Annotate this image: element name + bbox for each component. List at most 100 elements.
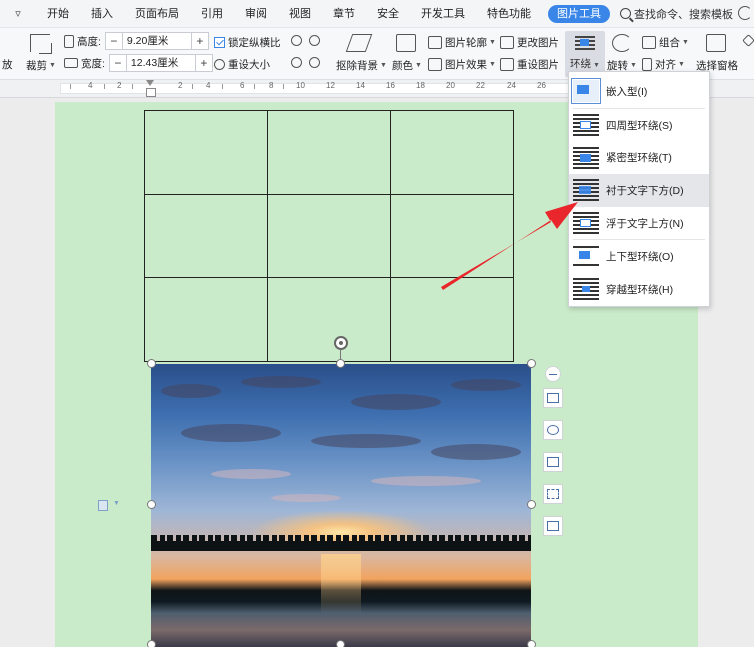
width-row: 宽度: − 12.43厘米 +	[64, 54, 213, 72]
rotate-handle-icon[interactable]	[334, 336, 348, 350]
table-cell[interactable]	[144, 277, 268, 362]
zoom-picture-button[interactable]	[543, 420, 563, 440]
reset-size-button[interactable]: 重设大小	[214, 57, 270, 72]
chevron-down-icon: ▼	[630, 62, 637, 69]
chevron-down-icon[interactable]: ▼	[113, 500, 120, 507]
reset-picture-button[interactable]: 重设图片	[500, 57, 559, 72]
quick-access-caret-icon[interactable]: ▿	[0, 7, 36, 20]
table-cell[interactable]	[390, 193, 514, 279]
change-picture-button[interactable]: 更改图片	[500, 35, 559, 50]
lock-aspect-ratio-checkbox[interactable]: 锁定纵横比	[214, 35, 281, 50]
selected-picture[interactable]	[151, 364, 531, 647]
wrap-option-behind-text[interactable]: 衬于文字下方(D)	[569, 174, 709, 207]
tab-chapter[interactable]: 章节	[322, 0, 366, 28]
brightness-up-icon[interactable]	[291, 35, 302, 46]
ruler-number: 20	[446, 81, 455, 90]
remove-background-icon-area[interactable]	[345, 34, 373, 52]
tab-view[interactable]: 视图	[278, 0, 322, 28]
picture-outline-label: 图片轮廓	[445, 37, 487, 49]
crop-label: 裁剪	[26, 60, 47, 72]
picture-effects-button[interactable]	[543, 484, 563, 504]
color-label: 颜色	[392, 60, 413, 72]
rotate-icon	[612, 34, 632, 52]
tab-references[interactable]: 引用	[190, 0, 234, 28]
group-button[interactable]: 组合 ▼	[642, 35, 689, 50]
resize-handle-top-left[interactable]	[147, 359, 156, 368]
table-cell[interactable]	[390, 110, 514, 195]
contrast-up-icon[interactable]	[291, 57, 302, 68]
selection-pane-icon-area[interactable]	[706, 34, 729, 52]
color-icon-area[interactable]	[396, 34, 419, 52]
ruler-track	[60, 83, 580, 94]
resize-handle-bottom[interactable]	[336, 640, 345, 647]
tab-developer[interactable]: 开发工具	[410, 0, 476, 28]
wrap-option-label: 嵌入型(I)	[606, 85, 648, 98]
width-stepper[interactable]: − 12.43厘米 +	[108, 54, 213, 72]
tab-page-layout[interactable]: 页面布局	[124, 0, 190, 28]
resize-handle-top[interactable]	[336, 359, 345, 368]
ruler-tick	[283, 84, 284, 89]
tab-review[interactable]: 审阅	[234, 0, 278, 28]
width-icon	[64, 58, 78, 68]
tab-security[interactable]: 安全	[366, 0, 410, 28]
wrap-option-inline[interactable]: 嵌入型(I)	[569, 75, 709, 108]
document-table[interactable]	[144, 110, 514, 362]
tab-picture-tools[interactable]: 图片工具	[548, 4, 610, 23]
wrap-option-tight[interactable]: 紧密型环绕(T)	[569, 141, 709, 174]
wrap-option-square[interactable]: 四周型环绕(S)	[569, 109, 709, 142]
height-decrease-button[interactable]: −	[106, 33, 122, 49]
ruler-number: 18	[416, 81, 425, 90]
magic-wand-icon	[345, 34, 373, 52]
height-stepper[interactable]: − 9.20厘米 +	[104, 32, 209, 50]
wrap-option-top-bottom[interactable]: 上下型环绕(O)	[569, 240, 709, 273]
command-search[interactable]: 查找命令、搜索模板	[620, 6, 733, 22]
brightness-down-icon[interactable]	[309, 35, 320, 46]
picture-outline-button[interactable]: 图片轮廓 ▼	[428, 35, 496, 50]
tab-start[interactable]: 开始	[36, 0, 80, 28]
table-cell[interactable]	[267, 110, 391, 195]
sync-icon[interactable]	[738, 6, 752, 20]
table-cell[interactable]	[267, 277, 391, 362]
wrap-tight-icon	[573, 146, 599, 169]
align-button[interactable]: 对齐 ▼	[642, 57, 685, 72]
height-increase-button[interactable]: +	[192, 33, 208, 49]
table-cell[interactable]	[390, 277, 514, 362]
collapse-toolbar-button[interactable]	[545, 366, 561, 382]
picture-copy-button[interactable]	[543, 516, 563, 536]
crop-button[interactable]: 裁剪 ▼	[26, 58, 56, 73]
rotate-icon-area[interactable]	[612, 34, 635, 52]
tab-special-features[interactable]: 特色功能	[476, 0, 542, 28]
resize-handle-left[interactable]	[147, 500, 156, 509]
crop-picture-button[interactable]	[543, 452, 563, 472]
table-cell[interactable]	[144, 193, 268, 279]
chevron-down-icon: ▼	[415, 62, 422, 69]
resize-handle-bottom-left[interactable]	[147, 640, 156, 647]
ruler-number: 26	[537, 81, 546, 90]
more-arrange-icon[interactable]	[742, 34, 754, 47]
picture-effect-button[interactable]: 图片效果 ▼	[428, 57, 496, 72]
contrast-down-icon[interactable]	[309, 57, 320, 68]
layout-options-button[interactable]	[543, 388, 563, 408]
color-button[interactable]: 颜色 ▼	[392, 58, 422, 73]
wrap-option-through[interactable]: 穿越型环绕(H)	[569, 273, 709, 306]
resize-handle-right[interactable]	[527, 500, 536, 509]
ruler-number: 2	[178, 81, 183, 90]
width-input[interactable]: 12.43厘米	[125, 55, 196, 71]
resize-handle-bottom-right[interactable]	[527, 640, 536, 647]
picture-effect-label: 图片效果	[445, 59, 487, 71]
tab-insert[interactable]: 插入	[80, 0, 124, 28]
crop-button-icon-area[interactable]	[30, 34, 53, 54]
ruler-indent-marker[interactable]	[145, 80, 156, 97]
paste-options-icon[interactable]	[98, 500, 108, 511]
table-cell[interactable]	[267, 193, 391, 279]
remove-background-button[interactable]: 抠除背景 ▼	[336, 58, 387, 73]
height-input[interactable]: 9.20厘米	[121, 33, 192, 49]
chevron-down-icon: ▼	[49, 62, 56, 69]
table-cell[interactable]	[144, 110, 268, 195]
wrap-option-in-front-of-text[interactable]: 浮于文字上方(N)	[569, 207, 709, 240]
text-wrap-menu: 嵌入型(I) 四周型环绕(S) 紧密型环绕(T) 衬于文字下方(D) 浮于文字上…	[568, 71, 710, 307]
width-increase-button[interactable]: +	[196, 55, 212, 71]
sunset-lake-photo	[151, 364, 531, 647]
width-decrease-button[interactable]: −	[110, 55, 126, 71]
resize-handle-top-right[interactable]	[527, 359, 536, 368]
